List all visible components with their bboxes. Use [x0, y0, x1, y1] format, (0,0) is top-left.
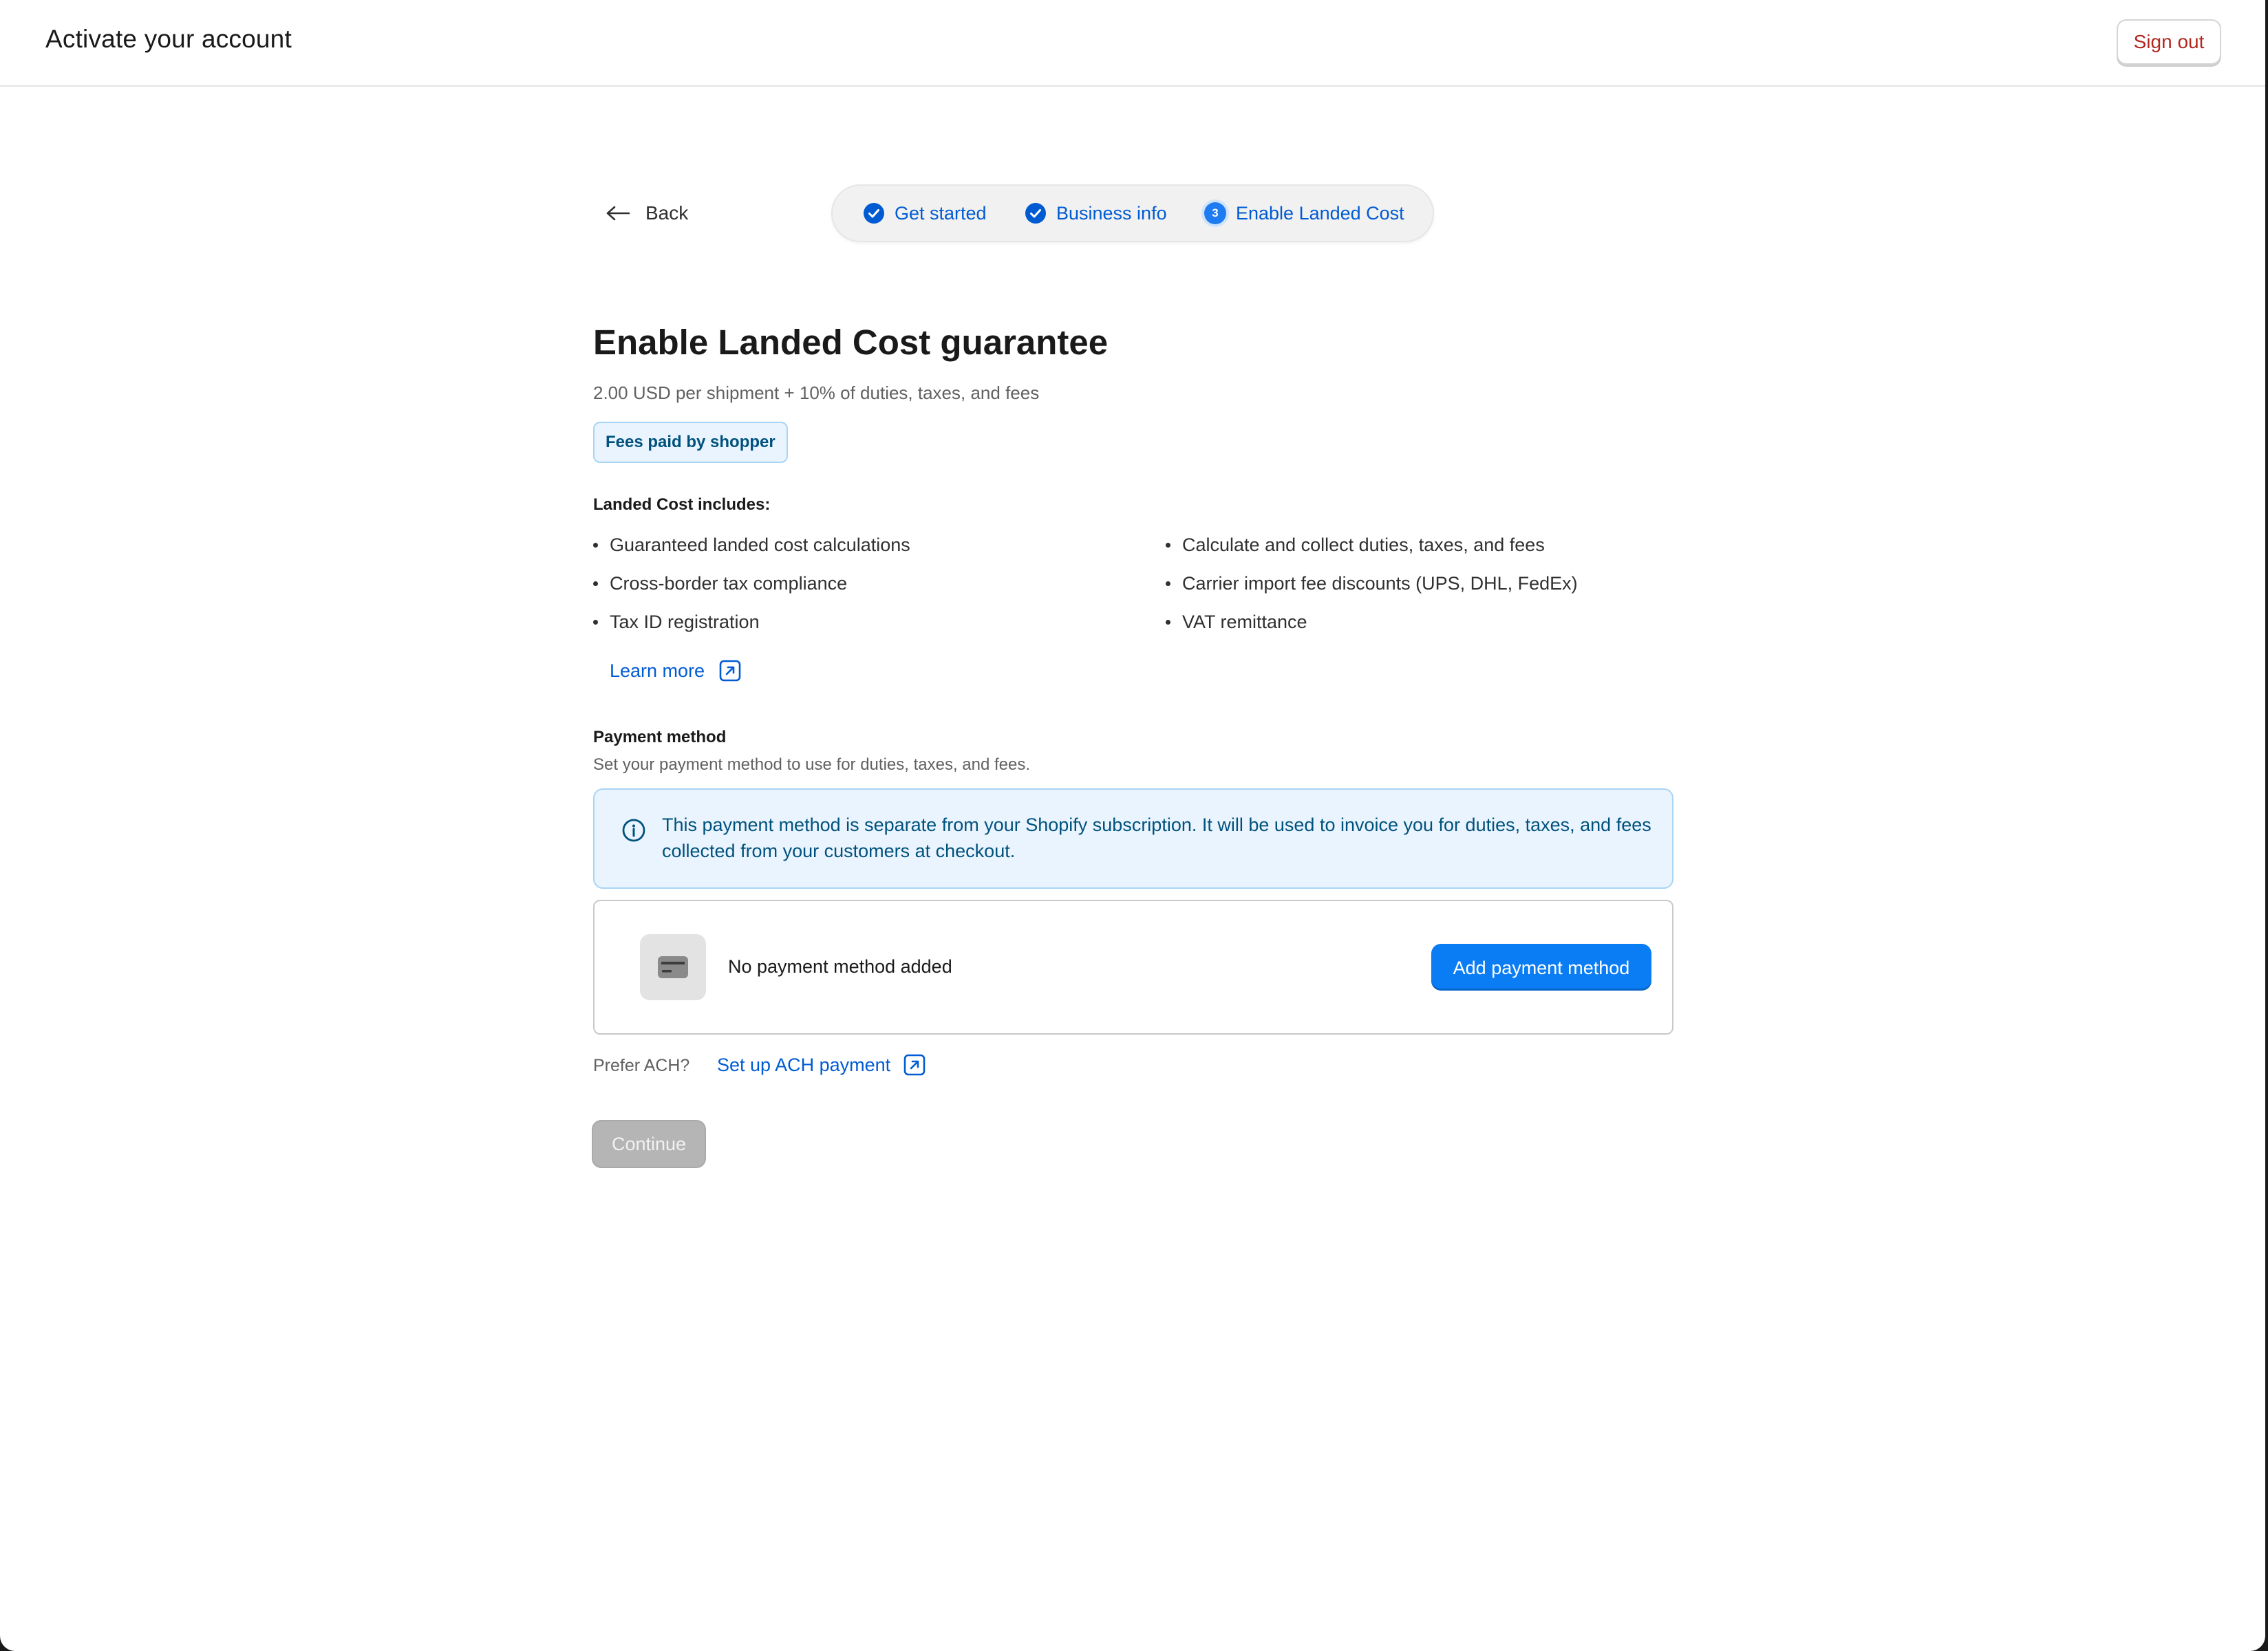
learn-more-label: Learn more: [610, 660, 705, 681]
list-item: Tax ID registration: [593, 611, 910, 649]
payment-method-subtitle: Set your payment method to use for dutie…: [593, 755, 1031, 774]
page-title: Enable Landed Cost guarantee: [593, 323, 1109, 362]
add-payment-method-button[interactable]: Add payment method: [1431, 944, 1651, 991]
includes-heading: Landed Cost includes:: [593, 495, 771, 514]
step-label: Enable Landed Cost: [1236, 202, 1404, 224]
top-bar: Activate your account Sign out: [0, 0, 2265, 87]
info-banner: This payment method is separate from you…: [593, 788, 1673, 889]
list-item: Calculate and collect duties, taxes, and…: [1166, 534, 1578, 572]
step-label: Business info: [1056, 202, 1167, 224]
continue-button[interactable]: Continue: [592, 1120, 706, 1168]
list-item: Guaranteed landed cost calculations: [593, 534, 910, 572]
ach-setup-link[interactable]: Set up ACH payment: [717, 1053, 926, 1077]
info-banner-text: This payment method is separate from you…: [662, 814, 1651, 861]
step-number-badge: 3: [1204, 202, 1226, 224]
sign-out-button[interactable]: Sign out: [2117, 19, 2221, 65]
step-get-started[interactable]: Get started: [863, 186, 987, 241]
back-link[interactable]: Back: [606, 199, 688, 227]
list-item: Carrier import fee discounts (UPS, DHL, …: [1166, 572, 1578, 611]
payment-method-heading: Payment method: [593, 728, 727, 746]
step-label: Get started: [895, 202, 987, 224]
includes-list-left: Guaranteed landed cost calculations Cros…: [593, 534, 910, 649]
list-item: Cross-border tax compliance: [593, 572, 910, 611]
external-link-icon: [903, 1054, 926, 1076]
arrow-left-icon: [606, 206, 630, 221]
includes-list-right: Calculate and collect duties, taxes, and…: [1166, 534, 1578, 649]
credit-card-icon: [658, 956, 688, 978]
payment-method-card: No payment method added Add payment meth…: [593, 900, 1673, 1035]
pricing-text: 2.00 USD per shipment + 10% of duties, t…: [593, 382, 1040, 403]
check-circle-icon: [1025, 203, 1046, 224]
progress-stepper: Get started Business info 3 Enable Lande…: [831, 184, 1434, 242]
empty-state-label: No payment method added: [728, 956, 952, 977]
ach-link-label: Set up ACH payment: [717, 1054, 891, 1075]
card-thumbnail: [640, 934, 706, 1000]
external-link-icon: [719, 660, 741, 682]
learn-more-link[interactable]: Learn more: [610, 659, 742, 682]
info-icon: [622, 819, 645, 842]
fees-badge: Fees paid by shopper: [593, 422, 788, 463]
page-header-title: Activate your account: [45, 25, 292, 53]
prefer-ach-label: Prefer ACH?: [593, 1056, 690, 1075]
back-label: Back: [645, 202, 689, 224]
app-frame: Activate your account Sign out Back Get …: [0, 0, 2265, 1651]
list-item: VAT remittance: [1166, 611, 1578, 649]
step-enable-landed-cost[interactable]: 3 Enable Landed Cost: [1204, 186, 1404, 241]
check-circle-icon: [864, 203, 884, 224]
step-business-info[interactable]: Business info: [1025, 186, 1167, 241]
